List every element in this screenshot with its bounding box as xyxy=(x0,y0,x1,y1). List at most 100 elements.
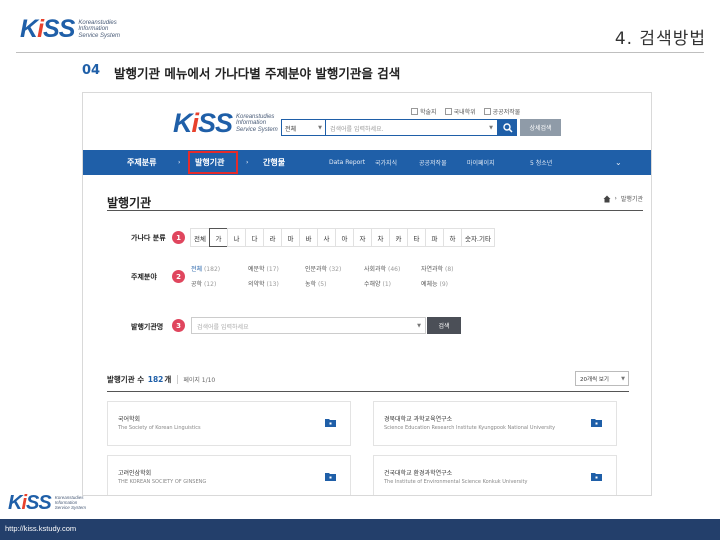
chevron-down-icon: ▼ xyxy=(318,125,322,131)
letter-na[interactable]: 나 xyxy=(226,228,246,247)
letter-ga[interactable]: 가 xyxy=(208,228,228,247)
subject-medicine[interactable]: 의약학 (13) xyxy=(248,279,279,288)
logo-mark: KiSS xyxy=(173,108,233,138)
checkbox-thesis[interactable]: 국내학위 xyxy=(444,107,476,116)
letter-cha[interactable]: 차 xyxy=(370,228,390,247)
alpha-filter-buttons: 전체 가 나 다 라 마 바 사 아 자 차 카 타 파 하 숫자.기타 xyxy=(190,228,495,247)
nav-public-works[interactable]: 공공저작물 xyxy=(419,150,447,175)
letter-a[interactable]: 아 xyxy=(334,228,354,247)
home-icon[interactable] xyxy=(603,195,611,203)
step-badge-3: 3 xyxy=(172,319,185,332)
page-divider xyxy=(107,210,643,211)
subject-social-science[interactable]: 사회과학 (46) xyxy=(364,264,400,273)
search-scope-select[interactable]: 전체 ▼ xyxy=(281,119,326,136)
per-page-select[interactable]: 20개씩 보기 ▼ xyxy=(575,371,629,386)
checkbox-journal[interactable]: 학술지 xyxy=(411,107,437,116)
breadcrumb-sep: › xyxy=(614,195,617,202)
folder-icon[interactable] xyxy=(325,418,336,427)
letter-etc[interactable]: 숫자.기타 xyxy=(460,228,495,247)
logo-mark: KiSS xyxy=(20,15,75,43)
subject-agriculture[interactable]: 농학 (5) xyxy=(305,279,326,288)
letter-ra[interactable]: 라 xyxy=(262,228,282,247)
publisher-card[interactable]: 국어학회 The Society of Korean Linguistics xyxy=(107,401,351,446)
chevron-down-icon: ▼ xyxy=(621,376,625,382)
subject-humanities[interactable]: 인문과학 (32) xyxy=(305,264,341,273)
publisher-card[interactable]: 경북대학교 과학교육연구소 Science Education Research… xyxy=(373,401,617,446)
letter-all[interactable]: 전체 xyxy=(190,228,210,247)
nav-my-page[interactable]: 마이페이지 xyxy=(467,150,495,175)
letter-ka[interactable]: 카 xyxy=(388,228,408,247)
site-header: KiSS Koreanstudies Information Service Sys… xyxy=(83,93,651,150)
subject-literature[interactable]: 예문학 (17) xyxy=(248,264,279,273)
folder-icon[interactable] xyxy=(325,472,336,481)
letter-sa[interactable]: 사 xyxy=(316,228,336,247)
publisher-english-name: The Society of Korean Linguistics xyxy=(118,425,201,431)
letter-ma[interactable]: 마 xyxy=(280,228,300,247)
kiss-logo-footer: KiSS Koreanstudies Information Service Sys… xyxy=(8,492,86,515)
publisher-name-label: 발행기관명 xyxy=(131,323,164,331)
checkbox-box[interactable] xyxy=(444,108,452,115)
logo-subtitle: Koreanstudies Information Service System xyxy=(236,114,278,133)
publisher-name-input[interactable]: 검색어를 입력하세요 ▼ xyxy=(191,317,426,334)
nav-publication[interactable]: 간행물 xyxy=(263,150,285,175)
letter-ja[interactable]: 자 xyxy=(352,228,372,247)
search-icon xyxy=(502,122,513,133)
checkbox-box[interactable] xyxy=(411,108,418,115)
list-divider xyxy=(107,391,629,392)
page-indicator: 페이지 1/10 xyxy=(177,375,215,384)
website-screenshot: KiSS Koreanstudies Information Service Sys… xyxy=(82,92,652,496)
publisher-english-name: The Institute of Environmental Science K… xyxy=(384,479,528,485)
folder-icon[interactable] xyxy=(591,418,602,427)
nav-youth[interactable]: 5 청소년 xyxy=(530,150,552,175)
page-title: 발행기관 xyxy=(107,196,152,210)
letter-ta[interactable]: 타 xyxy=(406,228,426,247)
publisher-name: 국어학회 xyxy=(118,416,141,423)
slide-title: 4. 검색방법 xyxy=(614,29,706,49)
publisher-english-name: THE KOREAN SOCIETY OF GINSENG xyxy=(118,479,207,485)
letter-ba[interactable]: 바 xyxy=(298,228,318,247)
step-description: 발행기관 메뉴에서 가나다별 주제분야 발행기관을 검색 xyxy=(114,66,401,81)
nav-national-knowledge[interactable]: 국가지식 xyxy=(375,150,397,175)
title-divider xyxy=(16,52,704,53)
search-button[interactable] xyxy=(498,119,517,136)
step-badge-2: 2 xyxy=(172,270,185,283)
publisher-search-button[interactable]: 검색 xyxy=(427,317,461,334)
logo-subtitle: Koreanstudies Information Service System xyxy=(78,20,121,39)
letter-ha[interactable]: 하 xyxy=(442,228,462,247)
checkbox-box[interactable] xyxy=(483,108,491,115)
search-bar: 전체 ▼ 검색어를 입력하세요. ▼ 상세검색 xyxy=(281,119,561,136)
search-input[interactable]: 검색어를 입력하세요. ▼ xyxy=(326,119,498,136)
subject-engineering[interactable]: 공학 (12) xyxy=(191,279,216,288)
step-badge-1: 1 xyxy=(172,231,185,244)
subject-filter-label: 주제분야 xyxy=(131,273,157,281)
site-logo[interactable]: KiSS Koreanstudies Information Service Sys… xyxy=(173,108,278,139)
chevron-down-icon[interactable]: ⌄ xyxy=(615,150,622,175)
logo-subtitle: Koreanstudies Information Service System xyxy=(54,495,86,510)
advanced-search-button[interactable]: 상세검색 xyxy=(520,119,561,136)
kiss-logo: KiSS Koreanstudies Information Service Sys… xyxy=(20,15,120,44)
subject-arts[interactable]: 예체능 (9) xyxy=(421,279,448,288)
checkbox-public[interactable]: 공공저작물 xyxy=(483,107,520,116)
subject-natural-science[interactable]: 자연과학 (8) xyxy=(421,264,454,273)
nav-separator: › xyxy=(246,159,249,166)
letter-da[interactable]: 다 xyxy=(244,228,264,247)
subject-all[interactable]: 전체 (182) xyxy=(191,264,220,273)
nav-subject[interactable]: 주제분류 xyxy=(127,150,156,175)
footer-bar: http://kiss.kstudy.com xyxy=(0,519,720,540)
letter-pa[interactable]: 파 xyxy=(424,228,444,247)
main-nav: 주제분류 › 발행기관 › 간행물 Data Report 국가지식 공공저작물… xyxy=(83,150,651,175)
publisher-card[interactable]: 고려인삼학회 THE KOREAN SOCIETY OF GINSENG xyxy=(107,455,351,495)
nav-separator: › xyxy=(178,159,181,166)
folder-icon[interactable] xyxy=(591,472,602,481)
step-number: 04 xyxy=(82,63,101,78)
publisher-name: 경북대학교 과학교육연구소 xyxy=(384,416,453,423)
footer-url[interactable]: http://kiss.kstudy.com xyxy=(5,524,76,533)
publisher-card[interactable]: 건국대학교 환경과학연구소 The Institute of Environme… xyxy=(373,455,617,495)
nav-data-report[interactable]: Data Report xyxy=(329,150,365,175)
breadcrumb-current: 발행기관 xyxy=(620,196,643,203)
logo-mark: KiSS xyxy=(8,492,52,514)
publisher-highlight-box xyxy=(188,151,238,174)
alpha-filter-label: 가나다 분류 xyxy=(131,234,166,242)
slide: KiSS Koreanstudies Information Service Sys… xyxy=(0,0,720,540)
subject-marine[interactable]: 수해양 (1) xyxy=(364,279,391,288)
